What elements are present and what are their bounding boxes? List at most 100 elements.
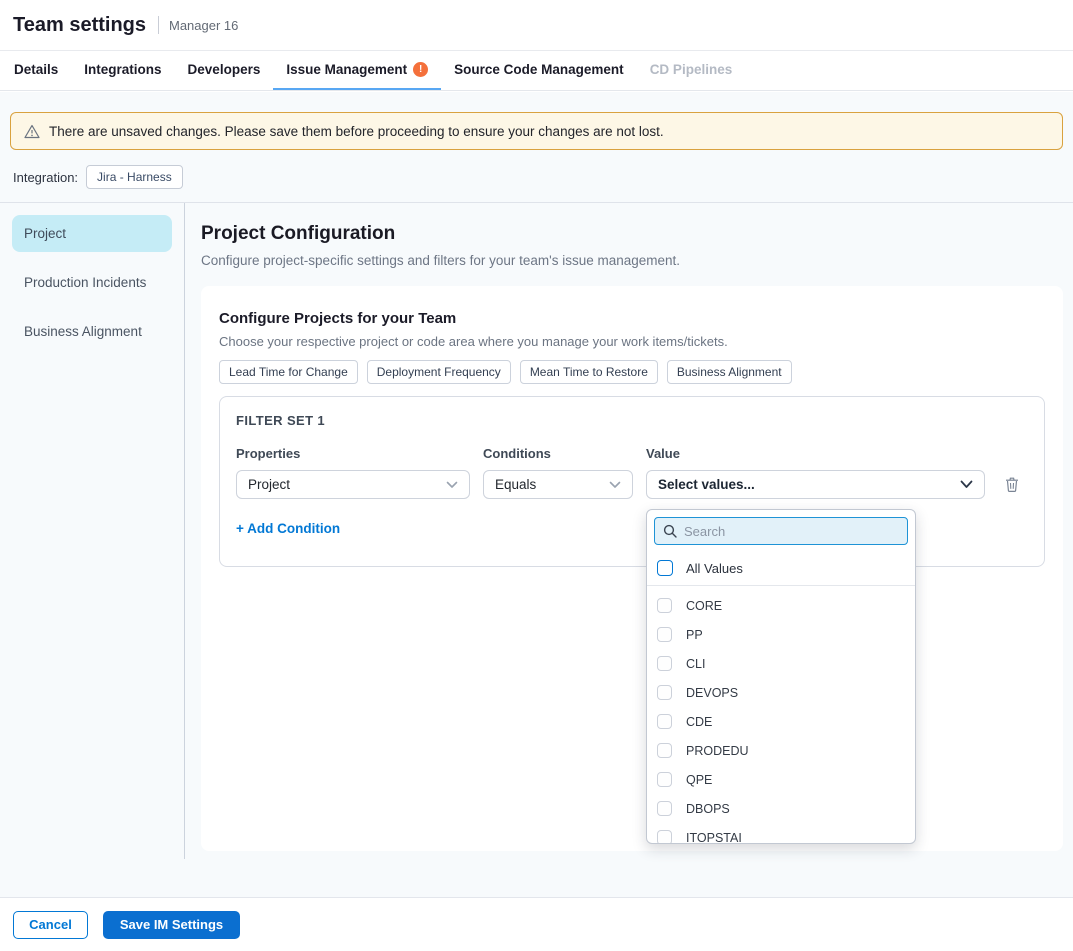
option-label: PRODEDU: [686, 744, 749, 758]
tab-label: Issue Management: [286, 62, 407, 77]
checkbox[interactable]: [657, 685, 672, 700]
option-cli[interactable]: CLI: [647, 649, 915, 678]
option-core[interactable]: CORE: [647, 591, 915, 620]
option-label: ITOPSTAI: [686, 831, 742, 845]
value-dropdown-popup: All Values CORE: [646, 509, 916, 844]
config-sidebar: Project Production Incidents Business Al…: [0, 203, 185, 859]
section-subtitle: Configure project-specific settings and …: [201, 253, 1063, 268]
warning-triangle-icon: [24, 124, 40, 139]
sidebar-item-business-alignment[interactable]: Business Alignment: [12, 313, 172, 350]
checkbox[interactable]: [657, 714, 672, 729]
option-qpe[interactable]: QPE: [647, 765, 915, 794]
section-title: Project Configuration: [201, 223, 1063, 245]
option-prodedu[interactable]: PRODEDU: [647, 736, 915, 765]
chip-deployment-frequency[interactable]: Deployment Frequency: [367, 360, 511, 384]
column-header-properties: Properties: [236, 446, 470, 461]
search-input[interactable]: [684, 524, 899, 539]
select-all-label: All Values: [686, 561, 743, 576]
chevron-down-icon: [960, 480, 973, 489]
tab-details[interactable]: Details: [1, 51, 71, 90]
card-subtitle: Choose your respective project or code a…: [219, 334, 1045, 349]
checkbox[interactable]: [657, 830, 672, 844]
tab-label: CD Pipelines: [650, 62, 733, 77]
filter-set-title: FILTER SET 1: [236, 413, 1028, 428]
integration-label: Integration:: [13, 170, 78, 185]
footer-actions: Cancel Save IM Settings: [0, 897, 1073, 951]
settings-tabbar: Details Integrations Developers Issue Ma…: [0, 51, 1073, 91]
select-all-option[interactable]: All Values: [647, 552, 915, 586]
integration-chip[interactable]: Jira - Harness: [86, 165, 183, 189]
dropdown-option-list: CORE PP CLI: [647, 586, 915, 844]
main-panel: Project Configuration Configure project-…: [185, 203, 1073, 859]
tab-issue-management[interactable]: Issue Management !: [273, 51, 441, 90]
page-title: Team settings: [13, 14, 146, 37]
tab-integrations[interactable]: Integrations: [71, 51, 174, 90]
sidebar-item-project[interactable]: Project: [12, 215, 172, 252]
option-label: CORE: [686, 599, 722, 613]
banner-text: There are unsaved changes. Please save t…: [49, 124, 664, 139]
value-select-wrap: Select values...: [646, 470, 985, 499]
tab-label: Integrations: [84, 62, 161, 77]
tab-label: Details: [14, 62, 58, 77]
filter-set-panel: FILTER SET 1 Properties Conditions Value…: [219, 396, 1045, 567]
unsaved-changes-banner: There are unsaved changes. Please save t…: [10, 112, 1063, 150]
option-cde[interactable]: CDE: [647, 707, 915, 736]
checkbox[interactable]: [657, 598, 672, 613]
properties-select[interactable]: Project: [236, 470, 470, 499]
option-itopstai[interactable]: ITOPSTAI: [647, 823, 915, 844]
chip-mean-time-to-restore[interactable]: Mean Time to Restore: [520, 360, 658, 384]
chip-business-alignment[interactable]: Business Alignment: [667, 360, 792, 384]
tab-label: Source Code Management: [454, 62, 624, 77]
dropdown-search: [654, 517, 908, 545]
card-title: Configure Projects for your Team: [219, 310, 1045, 327]
filter-column-headers: Properties Conditions Value: [236, 446, 1028, 461]
metric-chips: Lead Time for Change Deployment Frequenc…: [219, 360, 1045, 384]
checkbox-all-values[interactable]: [657, 560, 673, 576]
tab-label: Developers: [188, 62, 261, 77]
integration-row: Integration: Jira - Harness: [13, 164, 1060, 190]
filter-condition-row: Project Equals: [236, 470, 1028, 499]
conditions-select-value: Equals: [495, 477, 536, 492]
checkbox[interactable]: [657, 801, 672, 816]
option-label: CDE: [686, 715, 712, 729]
trash-icon: [1004, 476, 1020, 493]
tab-cd-pipelines: CD Pipelines: [637, 51, 746, 90]
warning-badge-icon: !: [413, 62, 428, 77]
team-name-label: Manager 16: [169, 18, 238, 33]
option-label: DBOPS: [686, 802, 730, 816]
checkbox[interactable]: [657, 743, 672, 758]
chip-lead-time-for-change[interactable]: Lead Time for Change: [219, 360, 358, 384]
delete-condition-button[interactable]: [1004, 476, 1020, 493]
column-header-conditions: Conditions: [483, 446, 633, 461]
option-pp[interactable]: PP: [647, 620, 915, 649]
conditions-select[interactable]: Equals: [483, 470, 633, 499]
option-label: QPE: [686, 773, 712, 787]
content-area: There are unsaved changes. Please save t…: [0, 92, 1073, 897]
value-multiselect[interactable]: Select values...: [646, 470, 985, 499]
tab-developers[interactable]: Developers: [175, 51, 274, 90]
option-devops[interactable]: DEVOPS: [647, 678, 915, 707]
chevron-down-icon: [446, 481, 458, 489]
search-icon: [663, 524, 677, 538]
option-label: DEVOPS: [686, 686, 738, 700]
option-label: CLI: [686, 657, 705, 671]
team-settings-page: Team settings Manager 16 Details Integra…: [0, 0, 1073, 951]
page-header: Team settings Manager 16: [0, 0, 1073, 51]
chevron-down-icon: [609, 481, 621, 489]
add-condition-button[interactable]: + Add Condition: [236, 521, 340, 536]
title-divider: [158, 16, 159, 34]
tab-source-code-management[interactable]: Source Code Management: [441, 51, 637, 90]
checkbox[interactable]: [657, 627, 672, 642]
option-dbops[interactable]: DBOPS: [647, 794, 915, 823]
settings-layout: Project Production Incidents Business Al…: [0, 202, 1073, 859]
checkbox[interactable]: [657, 772, 672, 787]
sidebar-item-production-incidents[interactable]: Production Incidents: [12, 264, 172, 301]
save-im-settings-button[interactable]: Save IM Settings: [103, 911, 240, 939]
option-label: PP: [686, 628, 703, 642]
value-select-placeholder: Select values...: [658, 477, 755, 492]
column-header-value: Value: [646, 446, 985, 461]
checkbox[interactable]: [657, 656, 672, 671]
configure-projects-card: Configure Projects for your Team Choose …: [201, 286, 1063, 851]
properties-select-value: Project: [248, 477, 290, 492]
cancel-button[interactable]: Cancel: [13, 911, 88, 939]
